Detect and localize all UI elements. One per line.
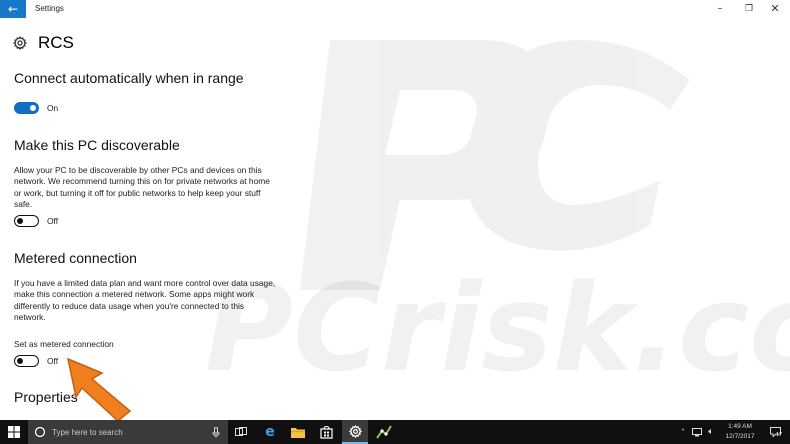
discoverable-description: Allow your PC to be discoverable by othe… [14,165,270,210]
connect-auto-state: On [47,103,59,113]
maximize-button[interactable]: ❐ [738,2,760,16]
taskbar-search-input[interactable]: Type here to search [28,420,228,444]
file-explorer-button[interactable] [286,420,310,444]
window-title: Settings [35,4,64,13]
back-button[interactable]: ← [0,0,26,18]
windows-start-button[interactable] [0,420,28,444]
tray-network-button[interactable] [690,420,704,444]
connect-auto-toggle[interactable] [14,102,39,114]
network-app-icon [376,425,392,439]
connect-auto-heading: Connect automatically when in range [14,70,244,86]
tray-volume-button[interactable]: 🔈︎ [704,420,718,444]
store-button[interactable] [314,420,338,444]
cortana-circle-icon [34,426,46,438]
settings-icon [348,424,362,438]
settings-taskbar-button[interactable] [342,420,368,444]
network-icon [692,427,702,436]
page-title: RCS [38,33,74,52]
notification-count: 17 [776,432,783,438]
page-header: RCS [13,33,74,53]
gear-icon [13,36,27,50]
close-button[interactable]: ✕ [764,2,786,16]
discoverable-toggle[interactable] [14,215,39,227]
action-center-button[interactable]: 17 [764,420,786,444]
metered-toggle-row: Off [14,355,58,367]
connect-auto-toggle-row: On [14,102,58,114]
search-placeholder: Type here to search [52,427,123,437]
chevron-up-icon: ˄ [681,427,685,437]
arrow-annotation-icon [66,357,132,422]
metered-toggle[interactable] [14,355,39,367]
metered-description: If you have a limited data plan and want… [14,278,276,323]
file-explorer-icon [291,427,305,438]
metered-state: Off [47,356,59,366]
store-icon [319,425,333,439]
taskbar: Type here to search e ˄ 🔈︎ 1:49 AM 12/7/… [0,420,790,444]
back-arrow-icon: ← [7,2,19,16]
watermark-text: PCrisk.com [205,260,790,399]
task-view-icon [235,427,247,436]
microphone-icon[interactable] [212,426,220,438]
title-bar: ← Settings – ❐ ✕ [0,0,790,18]
network-app-button[interactable] [372,420,396,444]
volume-icon: 🔈︎ [708,427,714,437]
metered-heading: Metered connection [14,250,137,266]
edge-icon: e [265,424,275,440]
minimize-button[interactable]: – [709,2,731,16]
discoverable-state: Off [47,216,59,226]
edge-button[interactable]: e [258,420,282,444]
metered-setting-label: Set as metered connection [14,339,114,349]
clock-time[interactable]: 1:49 AM [720,423,760,430]
clock-date[interactable]: 12/7/2017 [720,433,760,440]
task-view-button[interactable] [230,420,252,444]
discoverable-heading: Make this PC discoverable [14,137,180,153]
discoverable-toggle-row: Off [14,215,58,227]
windows-start-icon [8,426,20,438]
tray-expand-button[interactable]: ˄ [676,420,690,444]
